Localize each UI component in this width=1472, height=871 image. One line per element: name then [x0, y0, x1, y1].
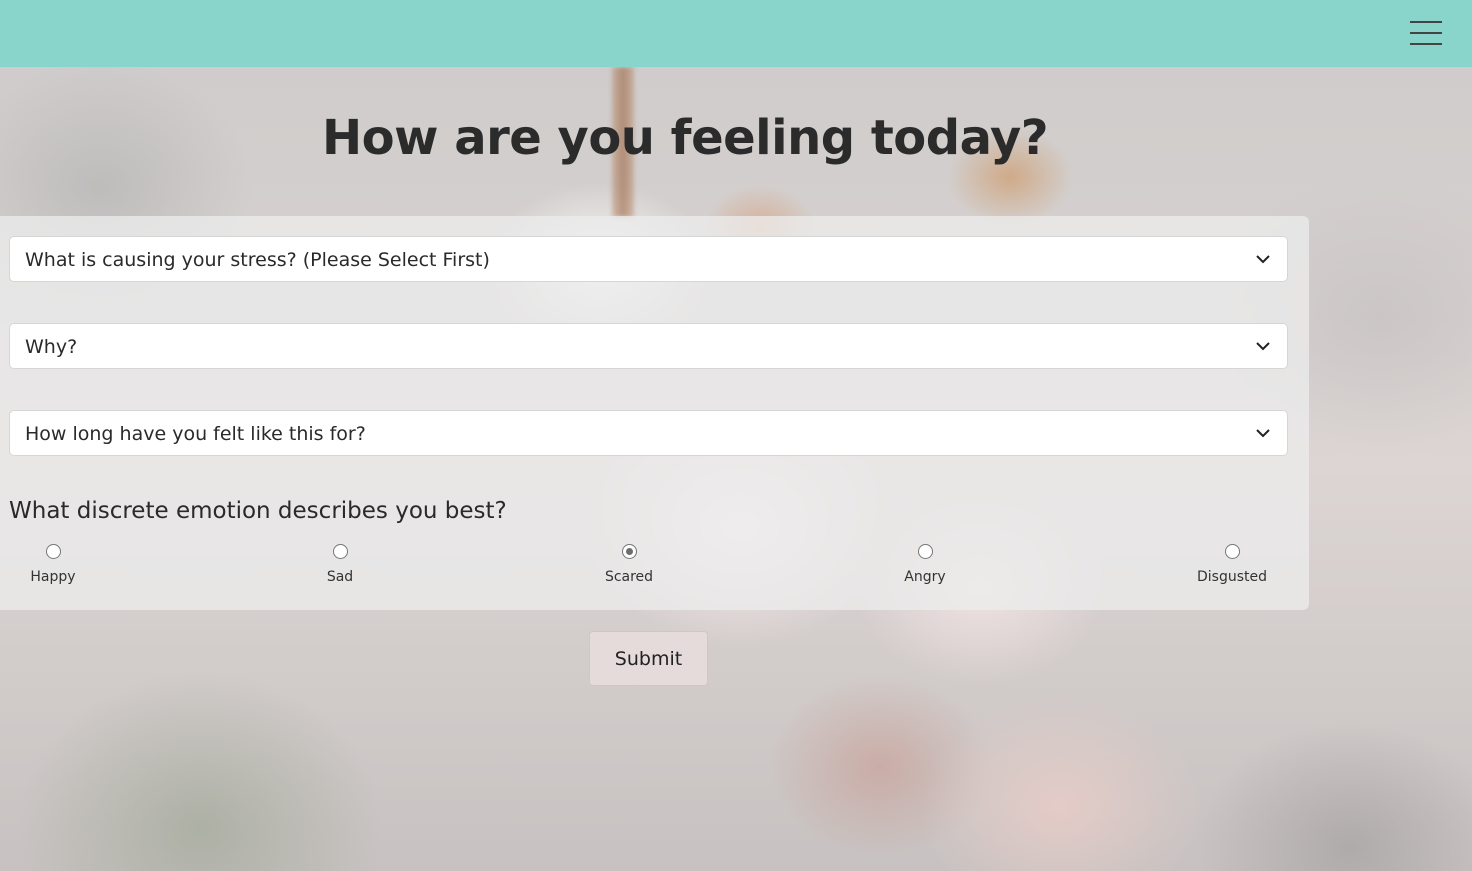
radio-angry[interactable] [918, 544, 933, 559]
emotion-option-disgusted: Disgusted [1172, 543, 1292, 587]
hamburger-menu-icon[interactable] [1410, 19, 1442, 47]
emotion-option-happy: Happy [0, 543, 113, 587]
radio-sad[interactable] [333, 544, 348, 559]
radio-happy[interactable] [46, 544, 61, 559]
radio-label-sad: Sad [326, 569, 354, 585]
emotion-option-scared: Scared [569, 543, 689, 587]
duration-select-value: How long have you felt like this for? [25, 423, 366, 445]
radio-label-happy: Happy [30, 569, 76, 585]
top-navbar [0, 0, 1472, 67]
page-title: How are you feeling today? [322, 110, 1049, 166]
why-select-value: Why? [25, 336, 78, 358]
radio-scared[interactable] [622, 544, 637, 559]
emotion-question: What discrete emotion describes you best… [9, 498, 507, 524]
why-select[interactable]: Why? [9, 323, 1288, 369]
chevron-down-icon [1256, 342, 1270, 351]
stress-cause-select[interactable]: What is causing your stress? (Please Sel… [9, 236, 1288, 282]
emotion-option-angry: Angry [865, 543, 985, 587]
stress-cause-select-value: What is causing your stress? (Please Sel… [25, 249, 490, 271]
chevron-down-icon [1256, 255, 1270, 264]
radio-disgusted[interactable] [1225, 544, 1240, 559]
emotion-option-sad: Sad [280, 543, 400, 587]
radio-label-disgusted: Disgusted [1196, 569, 1267, 585]
radio-label-scared: Scared [604, 569, 654, 585]
submit-button[interactable]: Submit [589, 631, 708, 686]
chevron-down-icon [1256, 429, 1270, 438]
duration-select[interactable]: How long have you felt like this for? [9, 410, 1288, 456]
radio-label-angry: Angry [904, 569, 946, 585]
